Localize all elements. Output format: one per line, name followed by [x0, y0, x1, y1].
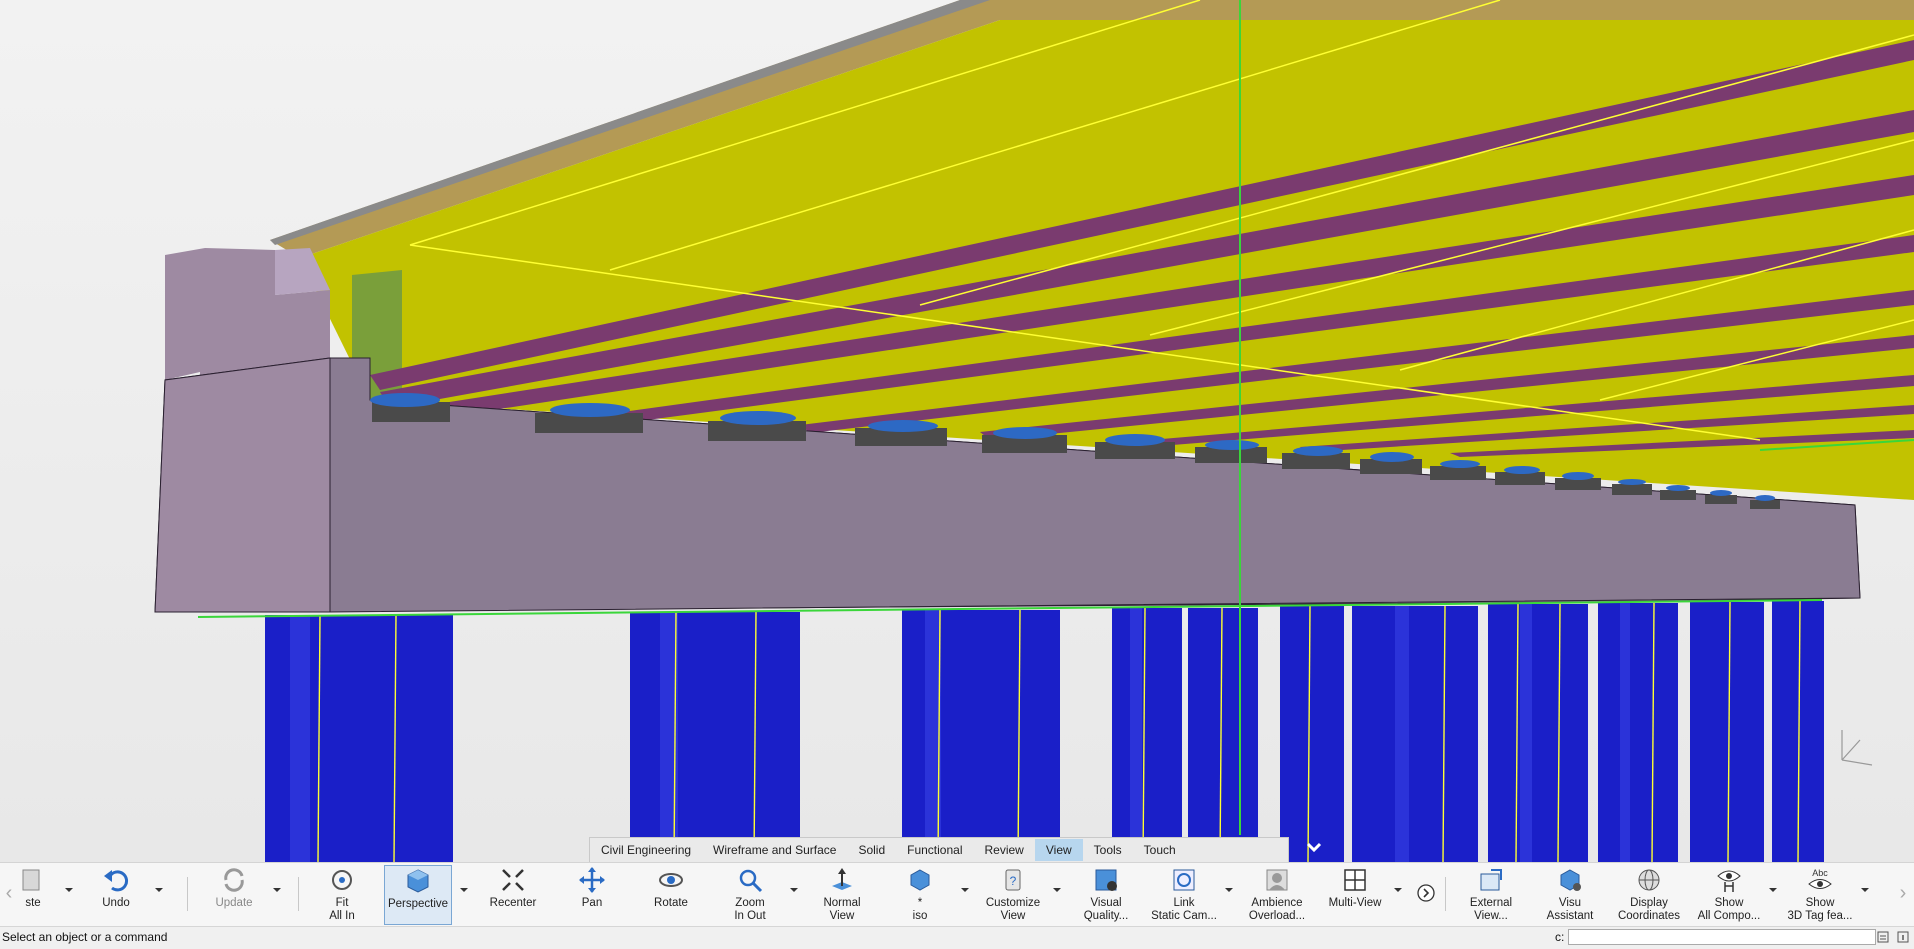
- update-icon: [218, 865, 250, 895]
- perspective-button[interactable]: Perspective: [384, 865, 452, 925]
- customize-view-dropdown-icon[interactable]: [1052, 885, 1062, 895]
- visu-assistant-icon: [1554, 865, 1586, 895]
- recenter-button[interactable]: Recenter: [488, 865, 538, 925]
- customize-view-button[interactable]: ? Customize View: [982, 865, 1044, 925]
- tab-civil-engineering[interactable]: Civil Engineering: [590, 839, 702, 861]
- fit-all-in-icon: [326, 865, 358, 895]
- multi-view-dropdown-icon[interactable]: [1393, 885, 1403, 895]
- external-view-button[interactable]: External View...: [1462, 865, 1520, 925]
- normal-view-button[interactable]: Normal View: [818, 865, 866, 925]
- visual-quality-button[interactable]: Visual Quality...: [1082, 865, 1130, 925]
- show-dropdown-icon[interactable]: [1768, 885, 1778, 895]
- command-label: c:: [1555, 930, 1565, 944]
- paste-button[interactable]: ste: [18, 865, 48, 925]
- paste-icon: [17, 865, 49, 895]
- separator: [298, 877, 299, 911]
- scroll-left-icon[interactable]: ‹: [2, 879, 16, 907]
- status-message: Select an object or a command: [2, 930, 168, 944]
- zoom-button[interactable]: Zoom In Out: [728, 865, 772, 925]
- fit-all-in-button[interactable]: Fit All In: [318, 865, 366, 925]
- update-button[interactable]: Update: [210, 865, 258, 925]
- multi-view-button[interactable]: Multi-View: [1325, 865, 1385, 925]
- show-3d-tag-icon: Abc: [1804, 865, 1836, 895]
- 3d-viewport[interactable]: Civil Engineering Wireframe and Surface …: [0, 0, 1914, 862]
- visual-quality-icon: [1090, 865, 1122, 895]
- info-icon[interactable]: [1896, 930, 1910, 944]
- recenter-icon: [497, 865, 529, 895]
- link-cam-dropdown-icon[interactable]: [1224, 885, 1234, 895]
- undo-button[interactable]: Undo: [95, 865, 137, 925]
- perspective-dropdown-icon[interactable]: [459, 885, 469, 895]
- action-bar: ‹ ste Undo Update Fit All In Perspective…: [0, 862, 1914, 927]
- tab-wireframe-and-surface[interactable]: Wireframe and Surface: [702, 839, 847, 861]
- workbench-tab-bar: Civil Engineering Wireframe and Surface …: [589, 837, 1289, 862]
- tab-tools[interactable]: Tools: [1083, 839, 1133, 861]
- normal-view-icon: [826, 865, 858, 895]
- show-all-components-button[interactable]: Show All Compo...: [1694, 865, 1764, 925]
- tab-view[interactable]: View: [1034, 839, 1083, 861]
- command-history-icon[interactable]: [1876, 930, 1890, 944]
- pan-icon: [576, 865, 608, 895]
- tab-touch[interactable]: Touch: [1133, 839, 1187, 861]
- visu-assistant-button[interactable]: Visu Assistant: [1542, 865, 1598, 925]
- command-input[interactable]: [1568, 929, 1876, 945]
- undo-icon: [100, 865, 132, 895]
- pier-cap-side: [154, 357, 331, 613]
- perspective-cube-icon: [402, 866, 434, 896]
- link-static-cam-button[interactable]: Link Static Cam...: [1150, 865, 1218, 925]
- collapse-chevron-icon[interactable]: [1305, 838, 1323, 856]
- bridge-model[interactable]: [0, 0, 1914, 862]
- more-chevron-icon[interactable]: [1416, 883, 1436, 903]
- ambience-overload-button[interactable]: Ambience Overload...: [1246, 865, 1308, 925]
- svg-text:Abc: Abc: [1812, 868, 1828, 878]
- customize-view-icon: ?: [997, 865, 1029, 895]
- svg-text:?: ?: [1010, 874, 1017, 888]
- scroll-right-icon[interactable]: ›: [1896, 879, 1910, 907]
- compass-triad: [1841, 730, 1873, 766]
- link-camera-icon: [1168, 865, 1200, 895]
- pan-button[interactable]: Pan: [570, 865, 614, 925]
- status-bar: Select an object or a command c:: [0, 926, 1914, 949]
- iso-cube-icon: [904, 865, 936, 895]
- globe-coordinates-icon: [1633, 865, 1665, 895]
- separator: [1445, 877, 1446, 911]
- display-coordinates-button[interactable]: Display Coordinates: [1616, 865, 1682, 925]
- pier-columns[interactable]: [265, 601, 1824, 862]
- tab-review[interactable]: Review: [974, 839, 1035, 861]
- paste-dropdown-icon[interactable]: [64, 885, 74, 895]
- multi-view-icon: [1339, 865, 1371, 895]
- zoom-dropdown-icon[interactable]: [789, 885, 799, 895]
- show-3d-tag-button[interactable]: Abc Show 3D Tag fea...: [1784, 865, 1856, 925]
- external-view-icon: [1475, 865, 1507, 895]
- tab-solid[interactable]: Solid: [847, 839, 896, 861]
- iso-dropdown-icon[interactable]: [960, 885, 970, 895]
- update-dropdown-icon[interactable]: [272, 885, 282, 895]
- rotate-button[interactable]: Rotate: [648, 865, 694, 925]
- undo-dropdown-icon[interactable]: [154, 885, 164, 895]
- show-3d-tag-dropdown-icon[interactable]: [1860, 885, 1870, 895]
- tab-functional[interactable]: Functional: [896, 839, 973, 861]
- rotate-icon: [655, 865, 687, 895]
- separator: [187, 877, 188, 911]
- ambience-icon: [1261, 865, 1293, 895]
- iso-view-button[interactable]: * iso: [900, 865, 940, 925]
- zoom-magnifier-icon: [734, 865, 766, 895]
- show-eye-icon: [1713, 865, 1745, 895]
